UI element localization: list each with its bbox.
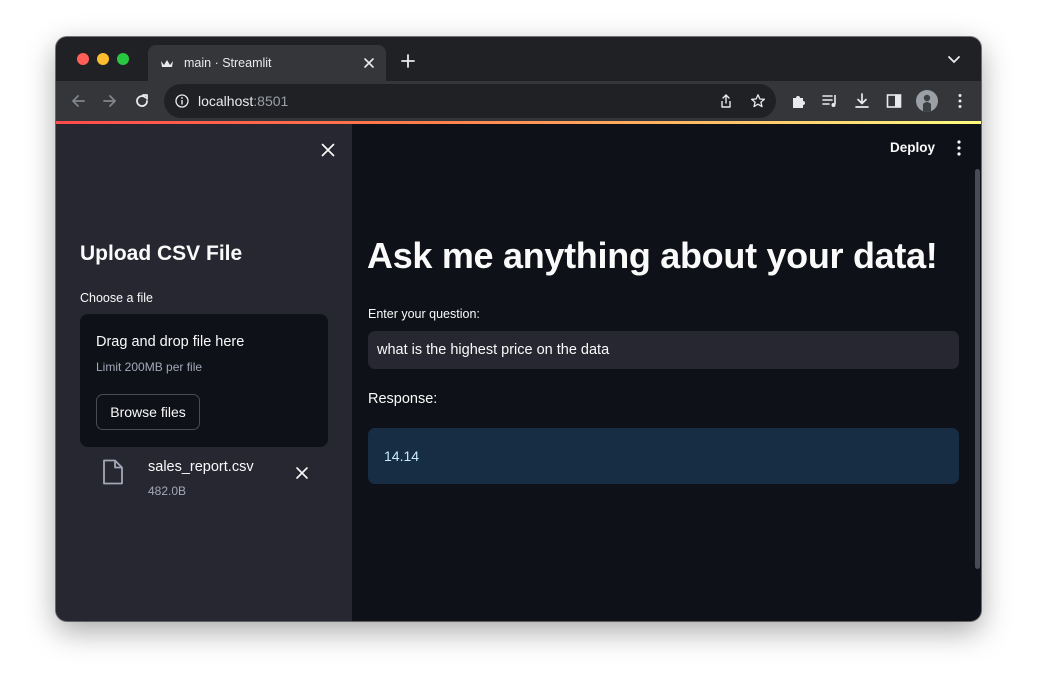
sidebar: Upload CSV File Choose a file Drag and d… xyxy=(56,124,352,621)
url-host: localhost xyxy=(198,93,254,109)
back-arrow-icon[interactable] xyxy=(69,92,87,110)
close-icon[interactable] xyxy=(319,141,337,159)
url-text: localhost:8501 xyxy=(198,93,288,109)
chevron-down-icon[interactable] xyxy=(947,55,961,65)
browser-window: main · Streamlit localhost:8501 Upload C… xyxy=(56,37,981,621)
dropzone-limit: Limit 200MB per file xyxy=(96,360,203,374)
browser-tab[interactable]: main · Streamlit xyxy=(148,45,386,81)
file-size: 482.0B xyxy=(148,484,187,498)
page-title: Ask me anything about your data! xyxy=(367,235,938,276)
download-icon[interactable] xyxy=(853,92,871,110)
sidebar-heading: Upload CSV File xyxy=(80,242,243,265)
sidepanel-icon[interactable] xyxy=(885,92,903,110)
minimize-window-button[interactable] xyxy=(97,53,109,65)
streamlit-favicon-icon xyxy=(161,60,173,67)
response-value: 14.14 xyxy=(384,448,420,464)
kebab-menu-icon[interactable] xyxy=(951,92,969,110)
main-content: Deploy Ask me anything about your data! … xyxy=(352,124,981,621)
tab-strip: main · Streamlit xyxy=(56,37,981,81)
deploy-button[interactable]: Deploy xyxy=(890,140,935,155)
close-window-button[interactable] xyxy=(77,53,89,65)
extensions-icon[interactable] xyxy=(790,92,808,110)
question-label: Enter your question: xyxy=(368,307,480,321)
plus-icon[interactable] xyxy=(400,53,416,69)
dropzone-title: Drag and drop file here xyxy=(96,334,245,350)
address-bar[interactable]: localhost:8501 xyxy=(164,84,776,118)
close-icon[interactable] xyxy=(360,54,378,72)
share-icon[interactable] xyxy=(718,93,734,109)
maximize-window-button[interactable] xyxy=(117,53,129,65)
file-dropzone[interactable]: Drag and drop file here Limit 200MB per … xyxy=(80,314,328,447)
question-input[interactable] xyxy=(368,331,959,369)
uploader-label: Choose a file xyxy=(80,291,153,305)
response-box: 14.14 xyxy=(368,428,959,484)
kebab-menu-icon[interactable] xyxy=(952,139,966,157)
forward-arrow-icon[interactable] xyxy=(101,92,119,110)
url-port: :8501 xyxy=(253,93,289,109)
profile-icon xyxy=(923,94,931,112)
info-icon[interactable] xyxy=(175,94,189,108)
media-icon[interactable] xyxy=(821,92,839,110)
uploaded-file-item: sales_report.csv 482.0B xyxy=(80,454,328,504)
scrollbar[interactable] xyxy=(975,169,980,569)
file-icon xyxy=(103,459,123,485)
browser-toolbar: localhost:8501 xyxy=(56,81,981,121)
browse-files-button[interactable]: Browse files xyxy=(96,394,200,430)
file-name: sales_report.csv xyxy=(148,459,254,475)
avatar[interactable] xyxy=(916,90,938,112)
response-label: Response: xyxy=(368,391,438,407)
reload-icon[interactable] xyxy=(133,92,151,110)
remove-file-icon[interactable] xyxy=(294,465,310,481)
star-icon[interactable] xyxy=(750,93,766,109)
tab-title: main · Streamlit xyxy=(184,56,272,70)
